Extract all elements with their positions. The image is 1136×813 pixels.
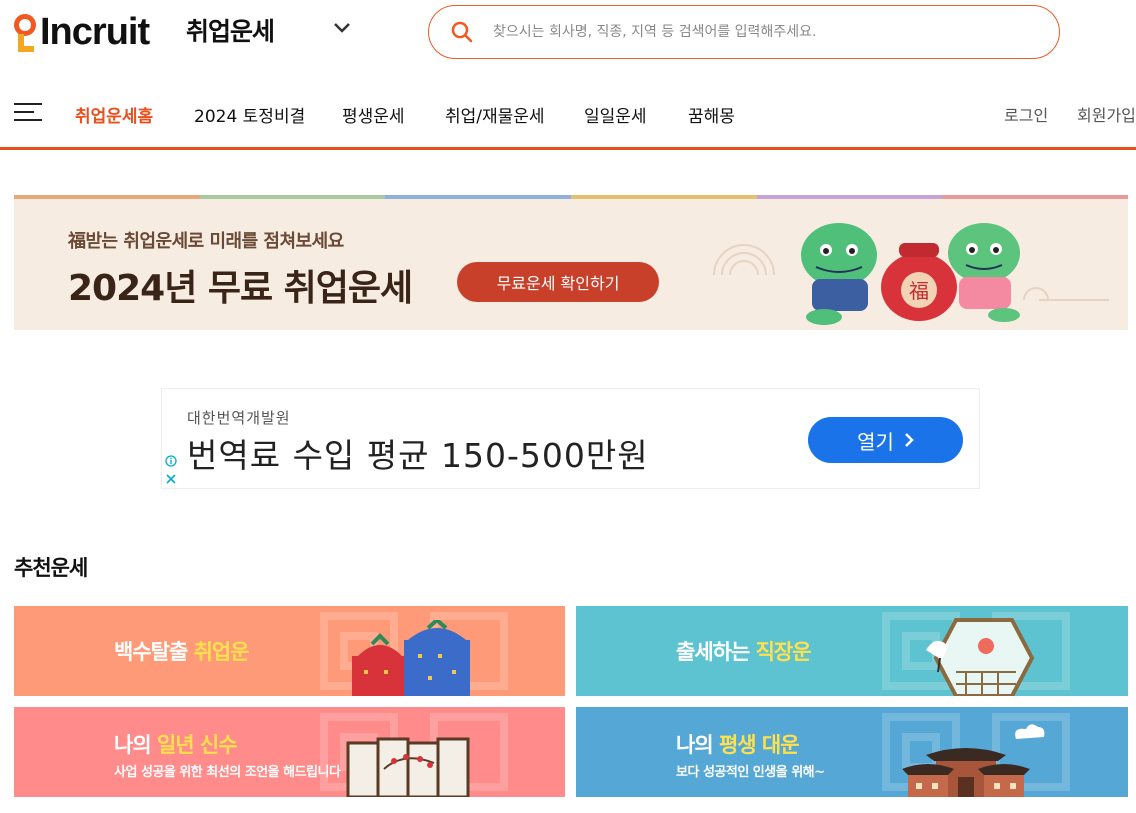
ad-info-icon[interactable] bbox=[165, 455, 177, 467]
card-subtitle: 보다 성공적인 인생을 위해~ bbox=[676, 765, 825, 780]
card-subtitle: 사업 성공을 위한 최선의 조언을 해드립니다 bbox=[114, 765, 341, 780]
window-crane-illustration bbox=[926, 618, 1035, 696]
card-title: 나의 일년 신수 bbox=[114, 733, 238, 757]
recommend-card-job[interactable]: 백수탈출 취업운 bbox=[14, 606, 565, 696]
hero-subtitle: 福받는 취업운세로 미래를 점쳐보세요 bbox=[68, 231, 344, 252]
ad-headline[interactable]: 번역료 수입 평균 150-500만원 bbox=[187, 429, 649, 477]
recommend-card-workplace[interactable]: 출세하는 직장운 bbox=[576, 606, 1128, 696]
folding-screen-illustration bbox=[346, 737, 470, 797]
incruit-logo[interactable]: Incruit bbox=[12, 8, 162, 56]
service-title[interactable]: 취업운세 bbox=[186, 12, 275, 48]
main-nav: 취업운세홈 2024 토정비결 평생운세 취업/재물운세 일일운세 꿈해몽 로그… bbox=[0, 90, 1136, 150]
ad-banner[interactable]: 대한번역개발원 번역료 수입 평균 150-500만원 열기 bbox=[161, 388, 980, 489]
card-title: 백수탈출 취업운 bbox=[114, 640, 250, 664]
login-link[interactable]: 로그인 bbox=[1004, 102, 1048, 126]
mascot-illustration: 福 bbox=[713, 223, 1109, 325]
recommend-title: 추천운세 bbox=[14, 556, 88, 580]
nav-item-career-wealth[interactable]: 취업/재물운세 bbox=[445, 102, 545, 127]
incruit-logo-mark bbox=[12, 10, 38, 54]
logo-text: Incruit bbox=[40, 11, 150, 53]
hero-title: 2024년 무료 취업운세 bbox=[68, 268, 413, 309]
card-title: 출세하는 직장운 bbox=[676, 640, 812, 664]
chevron-down-icon bbox=[334, 23, 350, 33]
ad-close-icon[interactable] bbox=[165, 473, 177, 485]
traditional-house-illustration bbox=[902, 724, 1045, 797]
signup-link[interactable]: 회원가입 bbox=[1077, 102, 1136, 126]
chevron-right-icon bbox=[905, 433, 914, 447]
ad-open-button[interactable]: 열기 bbox=[808, 417, 963, 463]
search-icon[interactable] bbox=[451, 21, 473, 43]
nav-item-dream[interactable]: 꿈해몽 bbox=[688, 102, 735, 127]
card-title: 나의 평생 대운 bbox=[676, 733, 800, 757]
hero-banner[interactable]: 福받는 취업운세로 미래를 점쳐보세요 2024년 무료 취업운세 무료운세 확… bbox=[14, 195, 1128, 330]
free-fortune-button[interactable]: 무료운세 확인하기 bbox=[457, 262, 659, 302]
recommend-card-lifetime[interactable]: 나의 평생 대운 보다 성공적인 인생을 위해~ bbox=[576, 707, 1128, 797]
ad-company: 대한번역개발원 bbox=[187, 409, 291, 427]
nav-item-tojeong[interactable]: 2024 토정비결 bbox=[194, 102, 305, 127]
nav-item-home[interactable]: 취업운세홈 bbox=[75, 102, 153, 127]
nav-item-daily[interactable]: 일일운세 bbox=[584, 102, 647, 127]
service-dropdown-toggle[interactable] bbox=[328, 14, 356, 42]
hero-color-strip bbox=[14, 195, 1128, 199]
gift-bundle-illustration bbox=[352, 620, 470, 696]
hero-seal-char: 福 bbox=[909, 279, 929, 303]
search-box[interactable] bbox=[428, 5, 1060, 59]
search-input[interactable] bbox=[493, 24, 1013, 40]
ad-open-label: 열기 bbox=[857, 429, 894, 454]
nav-item-lifetime[interactable]: 평생운세 bbox=[342, 102, 405, 127]
recommend-card-yearly[interactable]: 나의 일년 신수 사업 성공을 위한 최선의 조언을 해드립니다 bbox=[14, 707, 565, 797]
menu-icon[interactable] bbox=[14, 102, 42, 122]
